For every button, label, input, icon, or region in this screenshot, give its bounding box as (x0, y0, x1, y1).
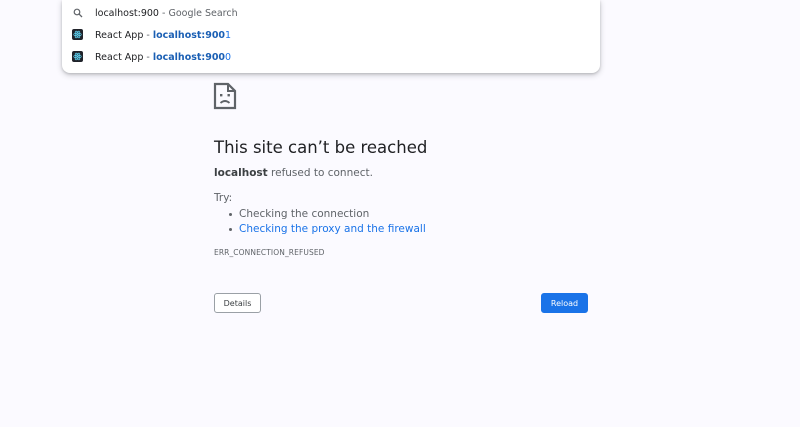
error-code: ERR_CONNECTION_REFUSED (214, 248, 325, 257)
suggestion-separator: - (143, 51, 153, 63)
omnibox-suggestion-search[interactable]: localhost:900 - Google Search (62, 2, 600, 24)
suggestion-url-rest: 1 (225, 29, 232, 41)
error-message: refused to connect. (267, 167, 373, 179)
error-host: localhost (214, 167, 268, 179)
suggestion-url-match: localhost:900 (152, 29, 226, 41)
suggestion-source: Google Search (168, 7, 238, 19)
list-item: Checking the connection (229, 207, 426, 222)
suggestion-check-connection: Checking the connection (239, 208, 370, 220)
sad-page-icon (213, 82, 237, 110)
omnibox-dropdown: localhost:900 - Google Search React App … (62, 0, 600, 73)
error-title: This site can’t be reached (214, 138, 428, 157)
suggestion-query: localhost:900 (95, 7, 159, 19)
search-icon (72, 7, 83, 18)
details-button[interactable]: Details (214, 293, 261, 313)
suggestion-url-match: localhost:900 (152, 51, 226, 63)
omnibox-suggestion-history[interactable]: React App - localhost:9000 (62, 46, 600, 68)
react-favicon-icon (72, 29, 83, 40)
check-proxy-firewall-link[interactable]: Checking the proxy and the firewall (239, 223, 426, 235)
reload-button[interactable]: Reload (541, 293, 588, 313)
suggestion-title: React App (95, 51, 144, 63)
error-description: localhost refused to connect. (214, 167, 373, 179)
suggestion-url-rest: 0 (225, 51, 232, 63)
omnibox-suggestion-history[interactable]: React App - localhost:9001 (62, 24, 600, 46)
suggestion-separator: - (143, 29, 153, 41)
try-label: Try: (214, 192, 233, 204)
troubleshoot-list: Checking the connection Checking the pro… (229, 207, 426, 237)
suggestion-title: React App (95, 29, 144, 41)
error-page: localhost:900 - Google Search React App … (0, 0, 800, 427)
react-favicon-icon (72, 51, 83, 62)
list-item: Checking the proxy and the firewall (229, 222, 426, 237)
